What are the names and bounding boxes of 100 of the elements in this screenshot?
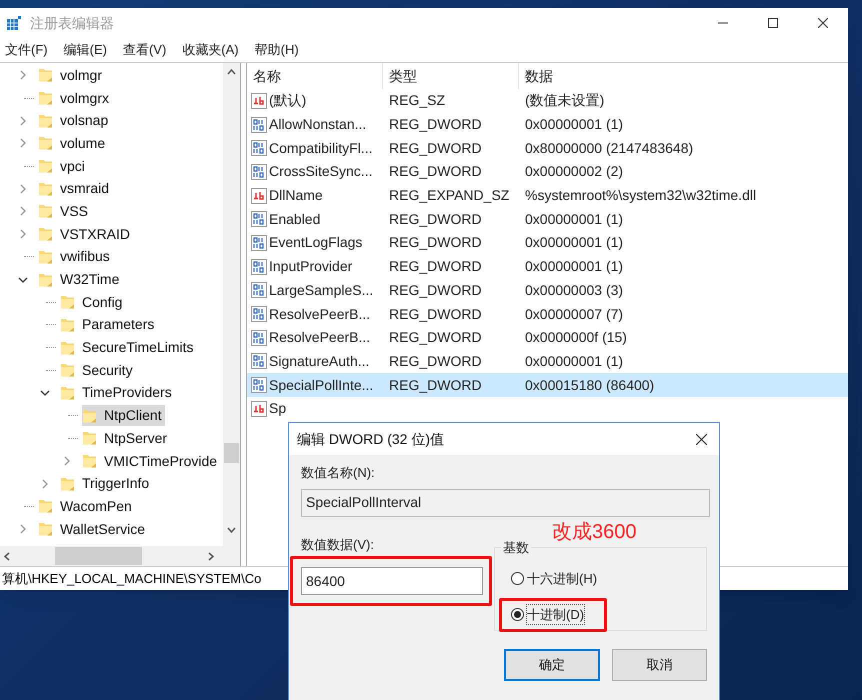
dialog-title: 编辑 DWORD (32 位)值 [297, 430, 444, 449]
expand-chevron-icon[interactable] [62, 456, 72, 466]
value-name: Sp [269, 399, 286, 418]
value-data: 0x00000001 (1) [525, 116, 624, 132]
value-data: 0x00000001 (1) [525, 234, 624, 250]
tree-item[interactable]: vpci [38, 156, 88, 177]
folder-icon [60, 316, 75, 333]
value-data: 0x0000000f (15) [525, 329, 627, 346]
menu-item[interactable]: 编辑(E) [58, 40, 112, 60]
expand-chevron-icon[interactable] [18, 229, 28, 240]
tree-item[interactable]: NtpServer [82, 428, 170, 449]
value-data: 0x00015180 (86400) [525, 376, 654, 393]
tree-item[interactable]: TriggerInfo [60, 473, 152, 494]
status-path: 算机\HKEY_LOCAL_MACHINE\SYSTEM\Co [2, 570, 262, 588]
value-type: REG_DWORD [389, 258, 482, 274]
value-name: CrossSiteSync... [269, 162, 372, 182]
value-type: REG_DWORD [389, 210, 482, 227]
menu-item[interactable]: 帮助(H) [250, 40, 304, 60]
binary-value-icon [251, 164, 267, 180]
menu-item[interactable]: 文件(F) [0, 40, 53, 60]
close-icon[interactable] [818, 18, 828, 28]
expand-chevron-icon[interactable] [18, 138, 28, 148]
tree-item[interactable]: TimeProviders [60, 382, 175, 404]
tree-item[interactable]: volume [38, 132, 108, 154]
radio-button[interactable] [511, 608, 524, 621]
binary-value-icon [251, 377, 267, 394]
expand-chevron-icon[interactable] [40, 478, 50, 489]
scroll-left-icon[interactable] [4, 552, 10, 560]
window-title: 注册表编辑器 [30, 14, 114, 32]
binary-value-icon [251, 330, 267, 346]
close-icon[interactable] [696, 434, 706, 444]
tree-item[interactable]: VSS [38, 200, 92, 222]
value-data: 0x00000007 (7) [525, 306, 624, 322]
menu-item[interactable]: 查看(V) [118, 40, 172, 60]
radio-option[interactable]: 十六进制(H) [511, 568, 598, 588]
column-header[interactable]: 数据 [519, 63, 848, 89]
value-name: EventLogFlags [269, 233, 362, 252]
tree-item[interactable]: WacomPen [38, 496, 135, 517]
binary-value-icon [251, 116, 267, 133]
cancel-button[interactable]: 取消 [612, 648, 707, 680]
folder-icon [38, 272, 53, 288]
folder-icon [38, 67, 53, 84]
scrollbar-thumb[interactable] [224, 443, 239, 463]
folder-icon [60, 340, 75, 356]
column-header[interactable]: 类型 [383, 63, 519, 89]
value-data: 0x00000003 (3) [525, 282, 624, 298]
radio-button[interactable] [511, 572, 524, 585]
folder-icon [60, 294, 75, 310]
tree-item[interactable]: Parameters [60, 314, 158, 336]
tree-item[interactable]: Config [60, 292, 126, 313]
tree-item[interactable]: WalletService [38, 518, 148, 540]
collapse-chevron-icon[interactable] [18, 274, 28, 285]
value-name: ResolvePeerB... [269, 304, 370, 324]
folder-icon [38, 180, 53, 197]
vertical-scrollbar[interactable] [223, 63, 240, 546]
value-data: 0x00000001 (1) [525, 210, 624, 227]
menu-item[interactable]: 收藏夹(A) [177, 40, 244, 60]
tree-item[interactable]: vsmraid [38, 178, 112, 200]
value-name: SpecialPollInte... [269, 376, 374, 395]
value-type: REG_DWORD [389, 116, 482, 132]
expand-chevron-icon[interactable] [18, 116, 28, 126]
tree-item[interactable]: NtpClient [82, 405, 165, 426]
tree-item[interactable]: volsnap [38, 110, 112, 132]
tree-item[interactable]: W32Time [38, 269, 122, 290]
value-data: 0x00000001 (1) [525, 258, 624, 274]
binary-value-icon [251, 306, 267, 322]
scrollbar-thumb[interactable] [55, 547, 142, 565]
expand-chevron-icon[interactable] [18, 206, 28, 216]
scroll-up-icon[interactable] [227, 69, 236, 75]
maximize-icon[interactable] [768, 18, 778, 28]
column-header[interactable]: 名称 [247, 63, 383, 89]
expand-chevron-icon[interactable] [18, 184, 28, 194]
binary-value-icon [251, 140, 267, 156]
value-data-label: 数值数据(V): [301, 536, 375, 554]
tree-item[interactable]: SecureTimeLimits [60, 337, 197, 358]
value-name-field[interactable]: SpecialPollInterval [301, 488, 710, 516]
value-type: REG_DWORD [389, 163, 482, 180]
tree-item[interactable]: volmgrx [38, 88, 112, 109]
tree-item[interactable]: vwifibus [38, 246, 113, 268]
binary-value-icon [251, 353, 267, 370]
horizontal-scrollbar[interactable] [0, 546, 240, 566]
value-name: (默认) [269, 91, 306, 110]
tree-item[interactable]: volmgr [38, 64, 106, 86]
value-data-field[interactable]: 86400 [301, 567, 483, 595]
ok-button[interactable]: 确定 [504, 648, 600, 680]
tree-item[interactable]: VMICTimeProvide [82, 450, 220, 472]
tree-item[interactable]: VSTXRAID [38, 224, 134, 245]
binary-value-icon [251, 234, 267, 251]
value-data: %systemroot%\system32\w32time.dll [525, 187, 756, 204]
radio-option[interactable]: 十进制(D) [511, 604, 584, 624]
selected-row[interactable]: SpecialPollInte... REG_DWORD 0x00015180 (86400) [247, 373, 848, 397]
scroll-down-icon[interactable] [227, 527, 236, 533]
scroll-right-icon[interactable] [208, 552, 214, 560]
expand-chevron-icon[interactable] [18, 524, 28, 534]
tree-item[interactable]: Security [60, 360, 136, 381]
expand-chevron-icon[interactable] [18, 70, 28, 80]
collapse-chevron-icon[interactable] [40, 388, 50, 398]
value-type: REG_SZ [389, 92, 446, 108]
value-name: DllName [269, 186, 323, 206]
string-value-icon [251, 400, 267, 417]
